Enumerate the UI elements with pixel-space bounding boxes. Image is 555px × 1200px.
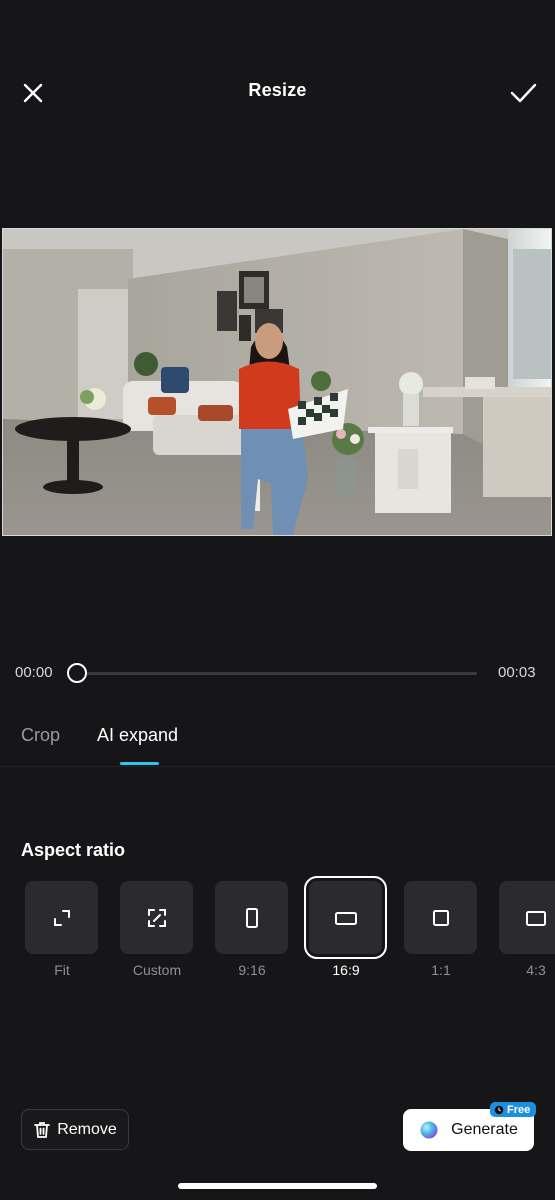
ratio-label: 16:9 (332, 962, 360, 978)
page-title: Resize (248, 80, 307, 100)
ratio-label: 9:16 (238, 962, 266, 978)
ratio-label: Custom (132, 962, 182, 978)
ratio-option-1-1[interactable]: 1:1 (404, 881, 478, 978)
ai-orb-icon (420, 1121, 438, 1139)
ratio-label: 4:3 (526, 962, 546, 978)
aspect-ratio-heading: Aspect ratio (21, 840, 126, 860)
home-indicator (178, 1183, 377, 1189)
generate-label: Generate (451, 1121, 518, 1138)
ratio-option-custom[interactable]: Custom (120, 881, 194, 978)
custom-icon (147, 908, 166, 927)
remove-button[interactable]: Remove (21, 1109, 129, 1150)
checkmark-icon (510, 83, 537, 103)
free-badge-label: Free (507, 1103, 531, 1116)
trash-icon (34, 1121, 51, 1138)
tab-ai-expand[interactable]: AI expand (97, 725, 178, 746)
ratio-label: 1:1 (431, 962, 451, 978)
ratio-option-16-9[interactable]: 16:9 (304, 876, 387, 978)
landscape-icon (334, 911, 357, 925)
tab-divider (0, 766, 555, 767)
free-badge: Free (490, 1102, 537, 1117)
timeline-track[interactable] (70, 672, 477, 675)
ratio-option-fit[interactable]: Fit (25, 881, 99, 978)
ratio-option-9-16[interactable]: 9:16 (215, 881, 289, 978)
current-time: 00:00 (15, 664, 53, 681)
active-tab-indicator (120, 762, 159, 765)
total-duration: 00:03 (498, 664, 536, 681)
fit-icon (53, 909, 70, 926)
playhead-handle[interactable] (67, 663, 87, 683)
video-frame-image (3, 229, 551, 535)
ratio-label: Fit (54, 962, 70, 978)
portrait-icon (245, 907, 258, 928)
tab-crop[interactable]: Crop (21, 725, 60, 746)
ratio-option-4-3[interactable]: 4:3 (499, 881, 555, 978)
remove-label: Remove (57, 1120, 117, 1138)
landscape-43-icon (525, 910, 546, 926)
square-icon (432, 909, 449, 926)
clock-icon (494, 1105, 504, 1114)
confirm-button[interactable] (506, 78, 540, 108)
video-preview[interactable] (2, 228, 552, 536)
